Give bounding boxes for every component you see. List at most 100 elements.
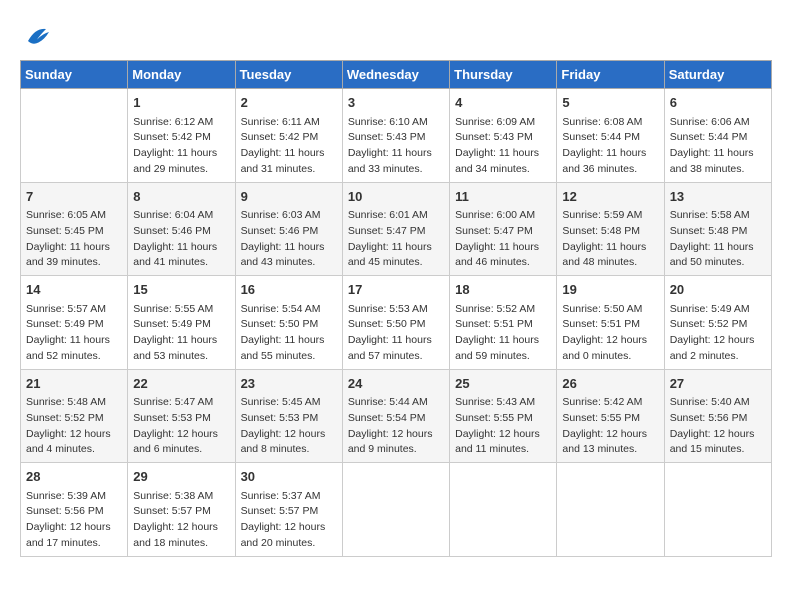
week-row-3: 14 Sunrise: 5:57 AM Sunset: 5:49 PM Dayligh… xyxy=(21,276,772,370)
day-number: 7 xyxy=(26,187,122,207)
sunset: Sunset: 5:56 PM xyxy=(670,412,748,424)
daylight: Daylight: 11 hours and 31 minutes. xyxy=(241,147,325,175)
logo xyxy=(20,20,52,50)
calendar-cell xyxy=(450,463,557,557)
calendar-cell xyxy=(342,463,449,557)
calendar-cell: 29Sunrise: 5:38 AMSunset: 5:57 PMDayligh… xyxy=(128,463,235,557)
daylight: Daylight: 11 hours and 59 minutes. xyxy=(455,334,539,362)
sunrise: Sunrise: 6:08 AM xyxy=(562,116,642,128)
sunrise: Sunrise: 5:59 AM xyxy=(562,209,642,221)
calendar-cell: 25Sunrise: 5:43 AMSunset: 5:55 PMDayligh… xyxy=(450,369,557,463)
day-number: 23 xyxy=(241,374,337,394)
day-number: 1 xyxy=(133,93,229,113)
sunset: Sunset: 5:43 PM xyxy=(348,131,426,143)
sunset: Sunset: 5:52 PM xyxy=(670,318,748,330)
sunset: Sunset: 5:53 PM xyxy=(241,412,319,424)
day-number: 19 xyxy=(562,280,658,300)
calendar-cell: 3 Sunrise: 6:10 AM Sunset: 5:43 PM Daylight… xyxy=(342,89,449,183)
day-number: 21 xyxy=(26,374,122,394)
sunset: Sunset: 5:46 PM xyxy=(133,225,211,237)
daylight: Daylight: 11 hours and 50 minutes. xyxy=(670,241,754,269)
daylight: Daylight: 12 hours and 17 minutes. xyxy=(26,521,111,549)
sunset: Sunset: 5:48 PM xyxy=(562,225,640,237)
sunrise: Sunrise: 6:06 AM xyxy=(670,116,750,128)
header xyxy=(20,20,772,50)
day-header-saturday: Saturday xyxy=(664,61,771,89)
daylight: Daylight: 12 hours and 11 minutes. xyxy=(455,428,540,456)
sunrise: Sunrise: 5:44 AM xyxy=(348,396,428,408)
daylight: Daylight: 11 hours and 45 minutes. xyxy=(348,241,432,269)
daylight: Daylight: 12 hours and 9 minutes. xyxy=(348,428,433,456)
day-number: 26 xyxy=(562,374,658,394)
daylight: Daylight: 12 hours and 15 minutes. xyxy=(670,428,755,456)
day-number: 17 xyxy=(348,280,444,300)
daylight: Daylight: 11 hours and 48 minutes. xyxy=(562,241,646,269)
day-header-sunday: Sunday xyxy=(21,61,128,89)
day-number: 15 xyxy=(133,280,229,300)
sunrise: Sunrise: 5:38 AM xyxy=(133,490,213,502)
day-number: 14 xyxy=(26,280,122,300)
sunrise: Sunrise: 6:10 AM xyxy=(348,116,428,128)
sunrise: Sunrise: 5:45 AM xyxy=(241,396,321,408)
sunset: Sunset: 5:50 PM xyxy=(241,318,319,330)
sunset: Sunset: 5:44 PM xyxy=(670,131,748,143)
sunset: Sunset: 5:46 PM xyxy=(241,225,319,237)
daylight: Daylight: 11 hours and 29 minutes. xyxy=(133,147,217,175)
day-number: 11 xyxy=(455,187,551,207)
calendar-cell: 6Sunrise: 6:06 AMSunset: 5:44 PMDaylight… xyxy=(664,89,771,183)
calendar-cell: 14 Sunrise: 5:57 AM Sunset: 5:49 PM Dayligh… xyxy=(21,276,128,370)
sunrise: Sunrise: 5:37 AM xyxy=(241,490,321,502)
calendar-cell: 18Sunrise: 5:52 AMSunset: 5:51 PMDayligh… xyxy=(450,276,557,370)
calendar-cell: 15Sunrise: 5:55 AMSunset: 5:49 PMDayligh… xyxy=(128,276,235,370)
sunset: Sunset: 5:42 PM xyxy=(133,131,211,143)
calendar-cell: 11Sunrise: 6:00 AMSunset: 5:47 PMDayligh… xyxy=(450,182,557,276)
daylight: Daylight: 11 hours and 52 minutes. xyxy=(26,334,110,362)
daylight: Daylight: 11 hours and 33 minutes. xyxy=(348,147,432,175)
sunrise: Sunrise: 6:09 AM xyxy=(455,116,535,128)
sunset: Sunset: 5:42 PM xyxy=(241,131,319,143)
day-number: 4 xyxy=(455,93,551,113)
sunrise: Sunrise: 5:47 AM xyxy=(133,396,213,408)
sunrise: Sunrise: 5:39 AM xyxy=(26,490,106,502)
calendar-cell: 13Sunrise: 5:58 AMSunset: 5:48 PMDayligh… xyxy=(664,182,771,276)
day-number: 30 xyxy=(241,467,337,487)
day-header-wednesday: Wednesday xyxy=(342,61,449,89)
sunset: Sunset: 5:53 PM xyxy=(133,412,211,424)
calendar-cell: 28Sunrise: 5:39 AMSunset: 5:56 PMDayligh… xyxy=(21,463,128,557)
day-number: 25 xyxy=(455,374,551,394)
sunset: Sunset: 5:47 PM xyxy=(455,225,533,237)
sunset: Sunset: 5:55 PM xyxy=(455,412,533,424)
calendar-cell: 20Sunrise: 5:49 AMSunset: 5:52 PMDayligh… xyxy=(664,276,771,370)
sunset: Sunset: 5:50 PM xyxy=(348,318,426,330)
day-number: 12 xyxy=(562,187,658,207)
daylight: Daylight: 12 hours and 20 minutes. xyxy=(241,521,326,549)
sunset: Sunset: 5:49 PM xyxy=(26,318,104,330)
daylight: Daylight: 11 hours and 55 minutes. xyxy=(241,334,325,362)
days-header-row: SundayMondayTuesdayWednesdayThursdayFrid… xyxy=(21,61,772,89)
sunset: Sunset: 5:55 PM xyxy=(562,412,640,424)
calendar-cell: 7Sunrise: 6:05 AMSunset: 5:45 PMDaylight… xyxy=(21,182,128,276)
sunset: Sunset: 5:48 PM xyxy=(670,225,748,237)
daylight: Daylight: 12 hours and 13 minutes. xyxy=(562,428,647,456)
calendar-cell: 16Sunrise: 5:54 AMSunset: 5:50 PMDayligh… xyxy=(235,276,342,370)
sunset: Sunset: 5:44 PM xyxy=(562,131,640,143)
calendar-cell xyxy=(21,89,128,183)
day-number: 3 xyxy=(348,93,444,113)
sunrise: Sunrise: 6:12 AM xyxy=(133,116,213,128)
day-number: 5 xyxy=(562,93,658,113)
daylight: Daylight: 11 hours and 43 minutes. xyxy=(241,241,325,269)
sunrise: Sunrise: 6:04 AM xyxy=(133,209,213,221)
daylight: Daylight: 11 hours and 38 minutes. xyxy=(670,147,754,175)
calendar-cell: 2Sunrise: 6:11 AMSunset: 5:42 PMDaylight… xyxy=(235,89,342,183)
day-number: 10 xyxy=(348,187,444,207)
day-number: 2 xyxy=(241,93,337,113)
day-header-tuesday: Tuesday xyxy=(235,61,342,89)
sunrise: Sunrise: 5:57 AM xyxy=(26,303,106,315)
sunrise: Sunrise: 5:55 AM xyxy=(133,303,213,315)
sunset: Sunset: 5:51 PM xyxy=(562,318,640,330)
day-number: 24 xyxy=(348,374,444,394)
sunrise: Sunrise: 5:58 AM xyxy=(670,209,750,221)
week-row-1: 1 Sunrise: 6:12 AM Sunset: 5:42 PM Daylight… xyxy=(21,89,772,183)
sunset: Sunset: 5:45 PM xyxy=(26,225,104,237)
sunrise: Sunrise: 6:01 AM xyxy=(348,209,428,221)
